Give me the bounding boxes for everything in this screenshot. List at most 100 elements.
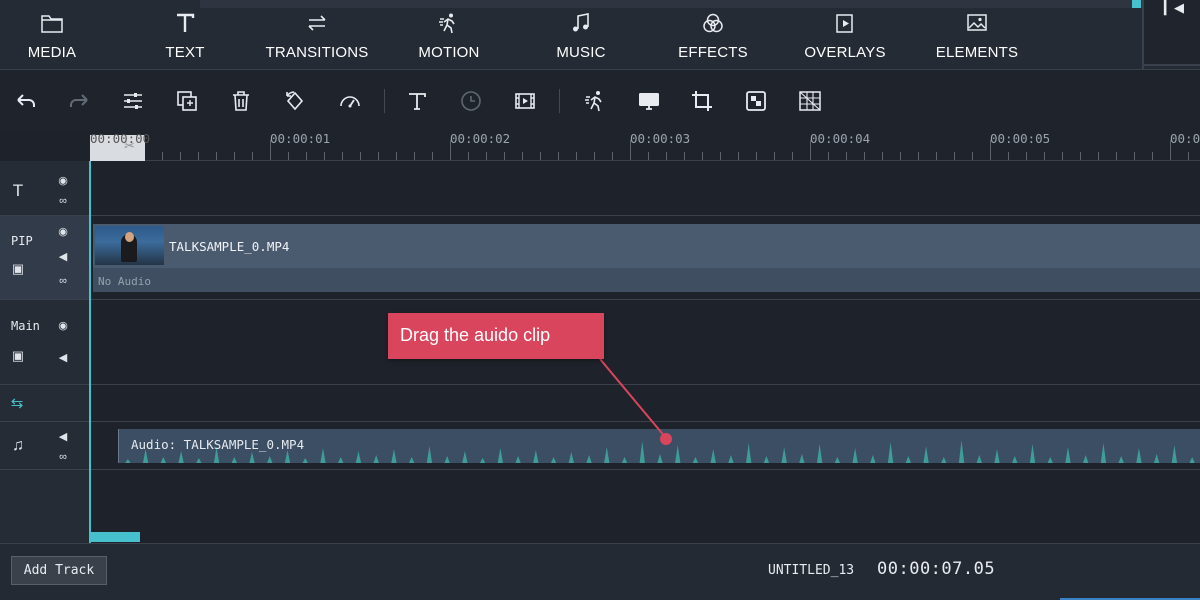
track-header-pip[interactable]: PIP ▣ ◉ ◀ ∞ xyxy=(0,216,90,300)
category-elements[interactable]: ELEMENTS xyxy=(911,12,1043,61)
ruler-time-label: 00:00:01 xyxy=(270,131,331,146)
edit-toolbar xyxy=(0,71,1200,131)
screen-icon[interactable] xyxy=(636,88,662,114)
motion-icon[interactable] xyxy=(582,88,608,114)
track-header-empty xyxy=(0,470,90,543)
copy-icon[interactable] xyxy=(174,88,200,114)
track-label: PIP xyxy=(11,234,33,248)
crop-icon[interactable] xyxy=(689,88,715,114)
duration-icon[interactable] xyxy=(458,88,484,114)
playhead-line[interactable] xyxy=(89,161,91,543)
ruler-time-label: 00:0 xyxy=(1170,131,1200,146)
toolbar-separator xyxy=(559,89,560,113)
folder-icon xyxy=(0,12,118,42)
eye-icon[interactable]: ◉ xyxy=(55,174,71,187)
ruler-tick xyxy=(1188,152,1189,160)
category-text[interactable]: TEXT xyxy=(119,12,251,61)
ruler-tick xyxy=(1152,152,1153,160)
ruler-tick xyxy=(1134,152,1135,160)
timeline-ruler[interactable]: 00:00:01 00:00:02 00:00:03 00:00:04 00:0… xyxy=(90,131,1200,161)
video-clip[interactable]: TALKSAMPLE_0.MP4 No Audio xyxy=(93,224,1200,292)
track-header-text[interactable]: T ◉ ∞ xyxy=(0,161,90,216)
ruler-tick xyxy=(666,152,667,160)
eye-icon[interactable]: ◉ xyxy=(55,319,71,332)
ruler-time-label: 00:00:03 xyxy=(630,131,691,146)
mosaic-icon[interactable] xyxy=(743,88,769,114)
video-track-icon: ▣ xyxy=(11,348,25,363)
ruler-tick xyxy=(972,152,973,160)
category-label: OVERLAYS xyxy=(804,44,886,61)
redo-icon[interactable] xyxy=(66,88,92,114)
text-icon[interactable] xyxy=(404,88,430,114)
category-overlays[interactable]: OVERLAYS xyxy=(779,12,911,61)
ruler-tick xyxy=(432,152,433,160)
track-header-audio[interactable]: ♫ ◀ ∞ xyxy=(0,422,90,470)
ruler-tick xyxy=(216,152,217,160)
lane-main[interactable] xyxy=(91,300,1200,385)
link-icon[interactable]: ∞ xyxy=(55,275,71,287)
clip-note: No Audio xyxy=(98,275,151,288)
track-header-main[interactable]: Main ▣ ◉ ◀ xyxy=(0,300,90,385)
ruler-tick xyxy=(450,140,451,160)
playhead-handle[interactable]: 00:00:00 ✂ xyxy=(90,131,150,161)
speaker-icon[interactable]: ◀ xyxy=(55,430,71,443)
rotate-icon[interactable] xyxy=(282,88,308,114)
ruler-tick xyxy=(576,152,577,160)
category-label: TEXT xyxy=(165,44,205,61)
ruler-tick xyxy=(486,152,487,160)
speaker-icon[interactable]: ◀ xyxy=(55,250,71,263)
speed-icon[interactable] xyxy=(337,88,363,114)
ruler-tick xyxy=(342,152,343,160)
category-effects[interactable]: EFFECTS xyxy=(647,12,779,61)
clip-title: Audio: TALKSAMPLE_0.MP4 xyxy=(131,437,305,452)
grid-icon[interactable] xyxy=(797,88,823,114)
ruler-tick xyxy=(1116,152,1117,160)
ruler-tick xyxy=(198,152,199,160)
skip-to-start-icon[interactable]: ▎◀ xyxy=(1164,0,1184,16)
lane-transition[interactable] xyxy=(91,385,1200,422)
music-note-icon xyxy=(515,12,647,42)
link-icon[interactable]: ∞ xyxy=(55,195,71,207)
category-motion[interactable]: MOTION xyxy=(383,12,515,61)
clip-thumbnail xyxy=(95,226,164,265)
adjust-icon[interactable] xyxy=(120,88,146,114)
lane-text[interactable] xyxy=(91,161,1200,216)
delete-icon[interactable] xyxy=(228,88,254,114)
ruler-tick xyxy=(864,152,865,160)
ruler-tick xyxy=(1008,152,1009,160)
add-track-button[interactable]: Add Track xyxy=(11,556,107,585)
ruler-tick xyxy=(324,152,325,160)
category-music[interactable]: MUSIC xyxy=(515,12,647,61)
category-transitions[interactable]: TRANSITIONS xyxy=(251,12,383,61)
freeze-frame-icon[interactable] xyxy=(512,88,538,114)
speaker-icon[interactable]: ◀ xyxy=(55,351,71,364)
category-bar: ▎◀ MEDIA TEXT TRANSITIONS MOTION MUSIC E… xyxy=(0,0,1200,70)
lane-empty[interactable] xyxy=(91,470,1200,543)
audio-clip[interactable]: Audio: TALKSAMPLE_0.MP4 xyxy=(118,429,1200,463)
preview-scrubber[interactable] xyxy=(200,0,1142,8)
annotation-callout: Drag the auido clip xyxy=(388,313,604,359)
ruler-tick xyxy=(1170,140,1171,160)
ruler-tick xyxy=(288,152,289,160)
preview-scrubber-handle[interactable] xyxy=(1132,0,1141,8)
motion-icon xyxy=(383,12,515,42)
ruler-tick xyxy=(738,152,739,160)
playhead-time-label: 00:00:00 xyxy=(90,131,151,146)
ruler-tick xyxy=(180,152,181,160)
effects-icon xyxy=(647,12,779,42)
playhead-base[interactable] xyxy=(90,532,140,542)
eye-icon[interactable]: ◉ xyxy=(55,225,71,238)
category-media[interactable]: MEDIA xyxy=(0,12,118,61)
scissors-icon[interactable]: ✂ xyxy=(124,138,135,154)
track-header-transition[interactable]: ⇆ xyxy=(0,385,90,422)
undo-icon[interactable] xyxy=(13,88,39,114)
thumbnail-face xyxy=(125,232,134,242)
ruler-tick xyxy=(954,152,955,160)
ruler-tick xyxy=(540,152,541,160)
clip-audio-strip: No Audio xyxy=(93,268,1200,292)
text-track-icon: T xyxy=(12,181,24,200)
link-icon[interactable]: ∞ xyxy=(55,451,71,463)
ruler-tick xyxy=(990,140,991,160)
ruler-tick xyxy=(828,152,829,160)
clip-title: TALKSAMPLE_0.MP4 xyxy=(169,239,290,254)
